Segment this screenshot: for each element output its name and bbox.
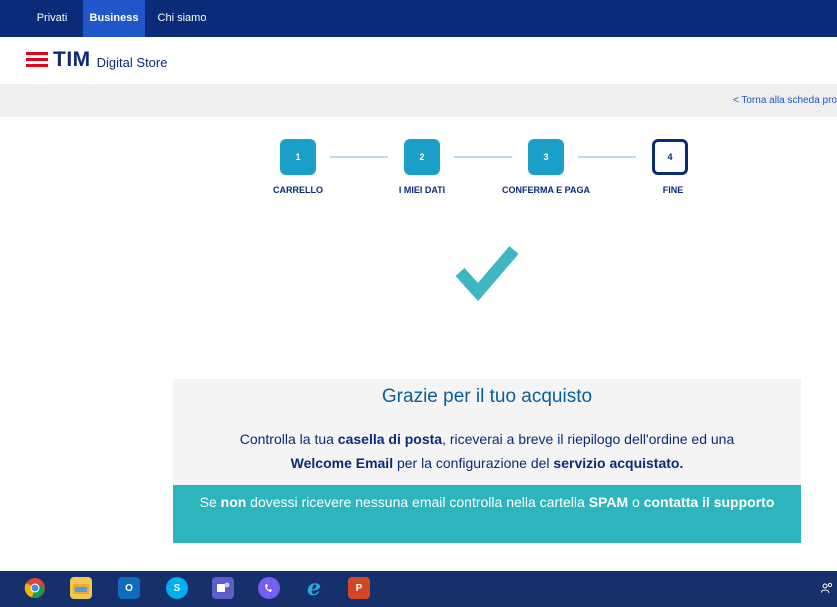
service-highlight: servizio acquistato. <box>553 455 684 471</box>
tab-chi-siamo[interactable]: Chi siamo <box>149 0 215 37</box>
tab-privati[interactable]: Privati <box>27 0 77 37</box>
brand-name: TIM <box>53 48 91 71</box>
step-2-label: I MIEI DATI <box>398 185 446 195</box>
confirmation-title: Grazie per il tuo acquisto <box>381 386 593 407</box>
checkout-steps: 1 2 3 4 CARRELLO I MIEI DATI CONFERMA E … <box>0 130 837 200</box>
brand-subtitle: Digital Store <box>96 54 168 70</box>
step-2-badge: 2 <box>404 139 440 175</box>
step-3-label: CONFERMA E PAGA <box>501 185 591 195</box>
windows-taskbar: O S e P <box>0 571 837 607</box>
file-explorer-icon[interactable] <box>70 577 92 599</box>
back-to-product-link[interactable]: < Torna alla scheda pro <box>733 84 837 117</box>
outlook-icon[interactable]: O <box>118 577 140 599</box>
step-1-label: CARRELLO <box>273 185 323 195</box>
people-icon[interactable] <box>820 582 833 597</box>
step-connector <box>578 156 636 158</box>
tab-business[interactable]: Business <box>83 0 145 37</box>
mailbox-highlight: casella di posta <box>337 431 443 447</box>
step-1-badge: 1 <box>280 139 316 175</box>
step-connector <box>454 156 512 158</box>
internet-explorer-icon[interactable]: e <box>303 575 325 601</box>
chrome-icon[interactable] <box>24 577 46 599</box>
viber-icon[interactable] <box>258 577 280 599</box>
step-4-badge: 4 <box>652 139 688 175</box>
confirmation-message: Controlla la tua casella di posta, ricev… <box>239 431 735 471</box>
step-connector <box>330 156 388 158</box>
step-4-label: FINE <box>662 185 684 195</box>
contact-support-link[interactable]: contatta il supporto <box>644 494 775 510</box>
confirmation-card: Grazie per il tuo acquisto Controlla la … <box>173 379 801 543</box>
tim-logo-icon <box>26 52 48 68</box>
breadcrumb-bar: < Torna alla scheda pro <box>0 84 837 117</box>
welcome-email-highlight: Welcome Email <box>290 455 394 471</box>
powerpoint-icon[interactable]: P <box>348 577 370 599</box>
check-icon <box>455 246 519 302</box>
top-navigation: Privati Business Chi siamo <box>0 0 837 37</box>
skype-icon[interactable]: S <box>166 577 188 599</box>
teams-icon[interactable] <box>212 577 234 599</box>
brand-logo[interactable]: TIM Digital Store <box>26 47 167 73</box>
step-3-badge: 3 <box>528 139 564 175</box>
spam-notice: Se non dovessi ricevere nessuna email co… <box>173 485 801 543</box>
